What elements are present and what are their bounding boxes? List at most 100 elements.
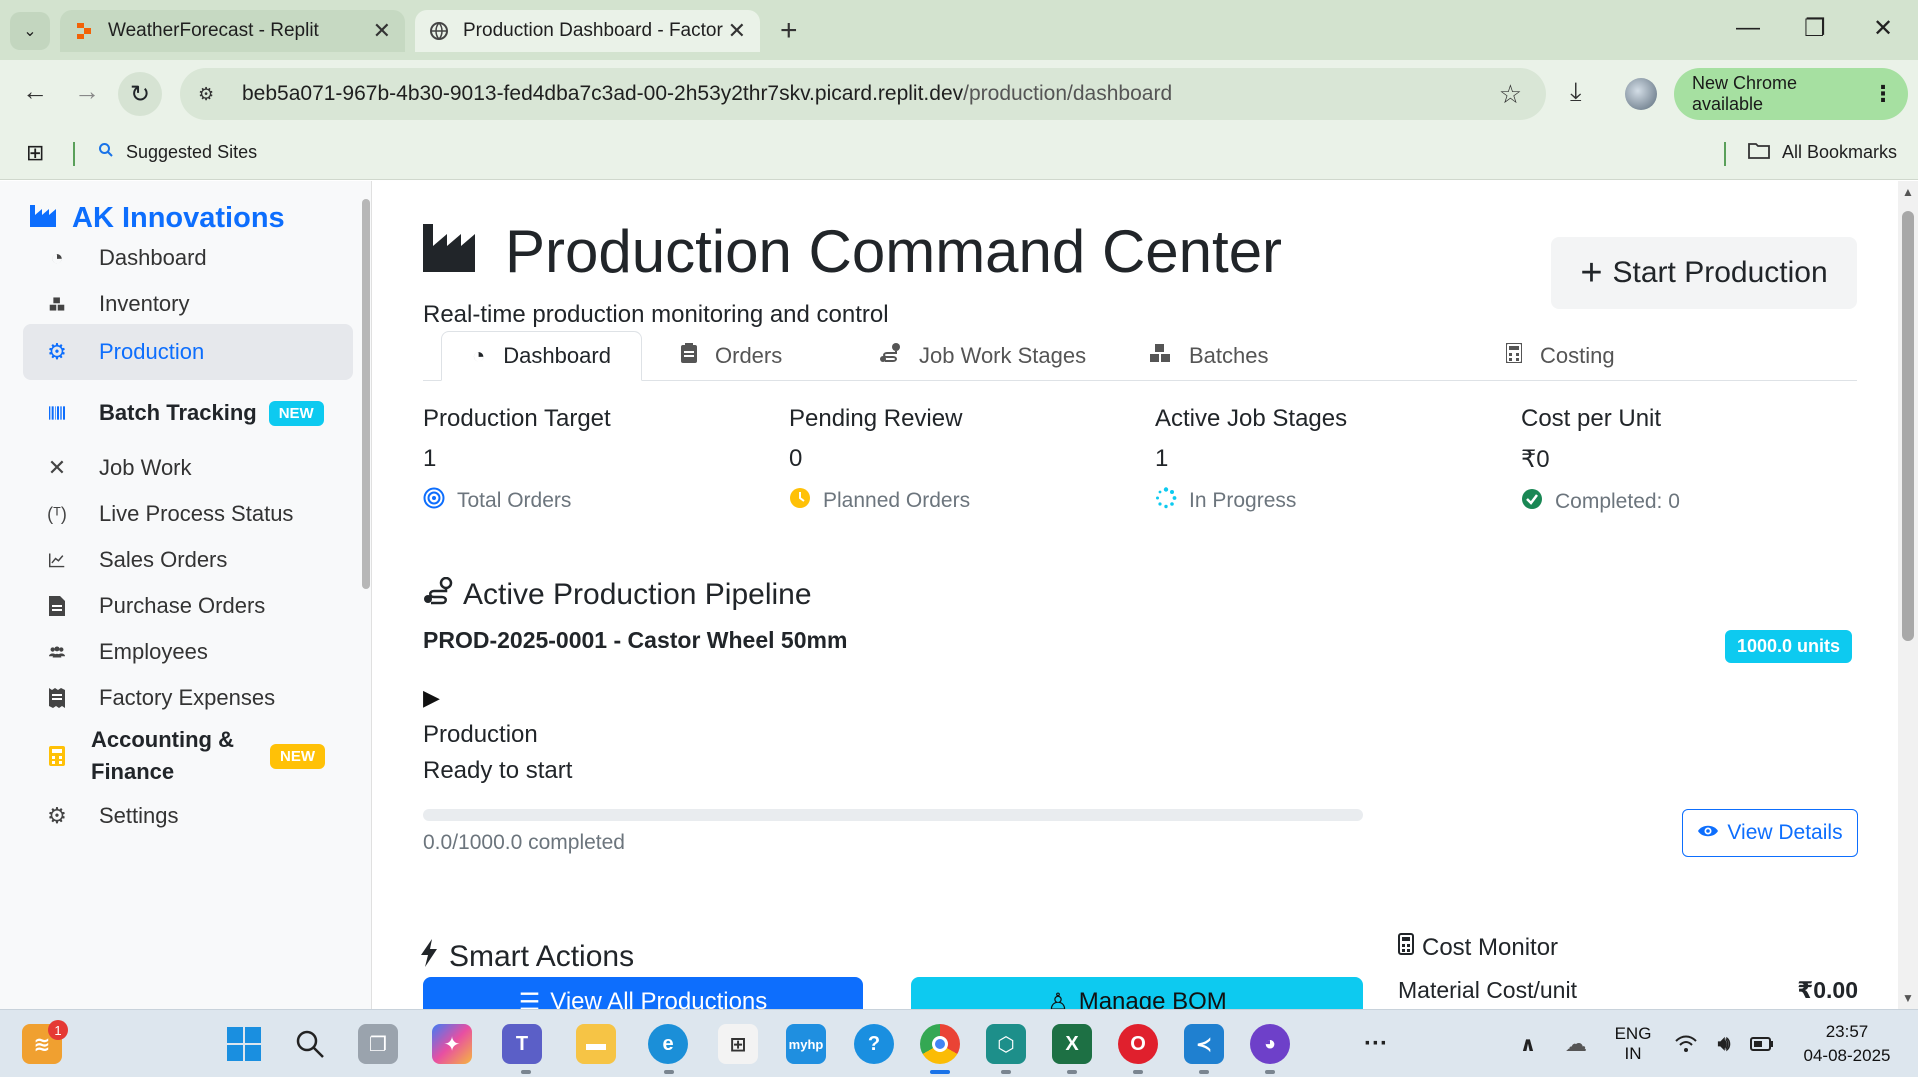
tab-label: Dashboard (503, 343, 611, 368)
sidebar-item-batch-tracking[interactable]: Batch Tracking NEW (23, 385, 353, 441)
all-bookmarks-button[interactable]: All Bookmarks (1748, 141, 1897, 164)
boxes-icon (1149, 343, 1171, 369)
browser-tab-weatherforecast[interactable]: WeatherForecast - Replit ✕ (60, 10, 405, 52)
cost-value: ₹0.00 (1797, 977, 1858, 1003)
plus-icon: + (1580, 252, 1603, 294)
production-tabs: ◔ Dashboard Orders Job Work Stages Batch… (423, 331, 1857, 381)
download-icon[interactable]: ⤓ (1570, 76, 1582, 108)
myhp-icon[interactable]: myhp (786, 1024, 826, 1064)
play-icon[interactable]: ▶ (423, 685, 440, 711)
excel-icon[interactable]: X (1052, 1024, 1092, 1064)
brand-logo[interactable]: AK Innovations (30, 201, 285, 235)
store-icon[interactable]: ⊞ (718, 1024, 758, 1064)
minimize-icon[interactable]: — (1736, 14, 1760, 42)
wifi-icon[interactable] (1668, 1024, 1704, 1064)
browser-toolbar: ← → ↻ ⚙ beb5a071-967b-4b30-9013-fed4dba7… (0, 60, 1918, 128)
stat-sub: Planned Orders (789, 487, 1149, 515)
chrome-update-button[interactable]: New Chrome available ⋮ (1674, 68, 1908, 120)
running-indicator (1067, 1070, 1077, 1074)
page-title: Production Command Center (423, 217, 1282, 286)
lang-code: ENG (1614, 1024, 1652, 1043)
volume-icon[interactable]: 🔊︎ (1706, 1024, 1742, 1064)
restore-icon[interactable]: ❐ (1804, 14, 1826, 43)
chevron-up-icon[interactable]: ∧ (1508, 1024, 1548, 1064)
apps-grid-icon[interactable]: ⊞ (26, 140, 44, 166)
start-icon[interactable] (224, 1024, 264, 1064)
sidebar-item-production[interactable]: ⚙ Production (23, 324, 353, 380)
close-tab-icon[interactable]: ✕ (373, 18, 391, 44)
stat-active-job-stages: Active Job Stages 1 In Progress (1155, 405, 1515, 515)
clock-time: 23:57 (1825, 1022, 1869, 1041)
back-icon[interactable]: ← (22, 76, 48, 107)
github-icon[interactable]: ◕ (1250, 1024, 1290, 1064)
battery-icon[interactable] (1744, 1024, 1780, 1064)
onedrive-icon[interactable]: ☁ (1556, 1024, 1596, 1064)
teams-icon[interactable]: T (502, 1024, 542, 1064)
sidebar-item-label: Settings (99, 803, 179, 828)
scrollbar-thumb[interactable] (1902, 211, 1914, 641)
update-label: New Chrome available (1692, 73, 1798, 114)
calculator-icon (23, 746, 65, 766)
more-apps-icon[interactable]: ··· (1356, 1024, 1396, 1064)
sidebar-item-live-process-status[interactable]: (ᵀ) Live Process Status (23, 491, 353, 537)
copilot-icon[interactable]: ✦ (432, 1024, 472, 1064)
sidebar-item-factory-expenses[interactable]: Factory Expenses (23, 675, 353, 721)
tab-orders[interactable]: Orders (681, 331, 782, 381)
gauge-icon: ◔ (472, 343, 486, 368)
tab-batches[interactable]: Batches (1149, 331, 1269, 381)
replit-favicon-icon (74, 21, 94, 41)
profile-avatar[interactable] (1625, 78, 1657, 110)
manage-bom-button[interactable]: ♙ Manage BOM (911, 977, 1363, 1009)
progress-text: 0.0/1000.0 completed (423, 831, 625, 854)
bookmark-star-icon[interactable]: ☆ (1499, 79, 1522, 110)
tab-search-button[interactable]: ⌄ (10, 12, 50, 50)
scroll-up-icon[interactable]: ▲ (1902, 185, 1914, 199)
scroll-down-icon[interactable]: ▼ (1902, 991, 1914, 1005)
vscode-icon[interactable]: ≺ (1184, 1024, 1224, 1064)
search-icon[interactable] (290, 1024, 330, 1064)
browser-tab-production-dashboard[interactable]: Production Dashboard - Factory ✕ (415, 10, 760, 52)
stat-label: Production Target (423, 405, 611, 432)
new-tab-icon[interactable]: + (780, 14, 798, 48)
help-icon[interactable]: ? (854, 1024, 894, 1064)
edge-icon[interactable]: e (648, 1024, 688, 1064)
tab-costing[interactable]: Costing (1505, 331, 1615, 381)
sidebar-scrollbar[interactable] (362, 199, 370, 589)
sidebar-item-employees[interactable]: Employees (23, 629, 353, 675)
sidebar-item-sales-orders[interactable]: Sales Orders (23, 537, 353, 583)
clock[interactable]: 23:57 04-08-2025 (1792, 1022, 1902, 1066)
site-settings-icon[interactable]: ⚙ (198, 84, 224, 105)
file-explorer-icon[interactable]: ▬ (576, 1024, 616, 1064)
sidebar-item-label: Sales Orders (99, 547, 228, 572)
bookmark-suggested-sites[interactable]: Suggested Sites (98, 142, 257, 163)
chrome-icon[interactable] (920, 1024, 960, 1064)
page-scrollbar[interactable]: ▲ ▼ (1898, 181, 1918, 1009)
stat-sub-text: Total Orders (457, 489, 572, 512)
opera-icon[interactable]: O (1118, 1024, 1158, 1064)
close-tab-icon[interactable]: ✕ (728, 18, 746, 44)
running-indicator (930, 1070, 950, 1074)
forward-icon[interactable]: → (74, 76, 100, 107)
tab-job-work-stages[interactable]: Job Work Stages (879, 331, 1086, 381)
task-view-icon[interactable]: ❐ (358, 1024, 398, 1064)
sidebar-item-settings[interactable]: ⚙ Settings (23, 793, 353, 839)
more-menu-icon[interactable]: ⋮ (1872, 81, 1894, 107)
new-badge: NEW (268, 400, 324, 426)
app-icon[interactable]: ⬡ (986, 1024, 1026, 1064)
reload-icon[interactable]: ↻ (118, 72, 162, 116)
start-production-button[interactable]: + Start Production (1551, 237, 1857, 309)
start-production-label: Start Production (1612, 256, 1828, 289)
window-close-icon[interactable]: ✕ (1873, 14, 1893, 43)
tab-dashboard[interactable]: ◔ Dashboard (441, 331, 642, 381)
sidebar-item-purchase-orders[interactable]: Purchase Orders (23, 583, 353, 629)
sidebar-item-job-work[interactable]: ✕ Job Work (23, 445, 353, 491)
tab-label: Costing (1540, 343, 1615, 368)
address-bar[interactable]: ⚙ beb5a071-967b-4b30-9013-fed4dba7c3ad-0… (180, 68, 1546, 120)
view-all-productions-button[interactable]: ☰ View All Productions (423, 977, 863, 1009)
bullseye-icon (423, 487, 445, 515)
sidebar-item-dashboard[interactable]: ◔ Dashboard (23, 235, 353, 281)
view-details-button[interactable]: View Details (1682, 809, 1858, 857)
sidebar-item-inventory[interactable]: Inventory (23, 281, 353, 327)
language-indicator[interactable]: ENG IN (1612, 1024, 1654, 1064)
sidebar-item-accounting-finance[interactable]: Accounting & Finance NEW (23, 723, 353, 789)
